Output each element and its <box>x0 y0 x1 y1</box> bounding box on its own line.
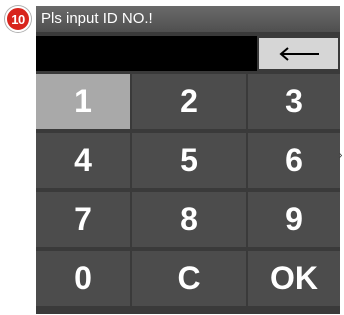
id-input-dialog: Pls input ID NO.! 1 2 3 4 5 6 7 8 9 0 C … <box>36 6 340 314</box>
ok-key[interactable]: OK <box>248 251 340 306</box>
id-input-field[interactable] <box>36 36 257 71</box>
key-6[interactable]: 6 <box>248 133 340 188</box>
key-3[interactable]: 3 <box>248 74 340 129</box>
clear-key[interactable]: C <box>132 251 246 306</box>
numeric-keypad: 1 2 3 4 5 6 7 8 9 0 C OK <box>36 74 340 314</box>
key-1[interactable]: 1 <box>36 74 130 129</box>
dialog-title: Pls input ID NO.! <box>36 6 340 32</box>
backspace-button[interactable] <box>259 38 338 69</box>
key-8[interactable]: 8 <box>132 192 246 247</box>
key-2[interactable]: 2 <box>132 74 246 129</box>
left-arrow-icon <box>278 46 319 61</box>
key-0[interactable]: 0 <box>36 251 130 306</box>
side-chevron-mark: › <box>339 150 343 161</box>
key-4[interactable]: 4 <box>36 133 130 188</box>
key-9[interactable]: 9 <box>248 192 340 247</box>
key-7[interactable]: 7 <box>36 192 130 247</box>
key-5[interactable]: 5 <box>132 133 246 188</box>
step-number-badge: 10 <box>5 6 31 32</box>
input-row <box>36 36 340 71</box>
